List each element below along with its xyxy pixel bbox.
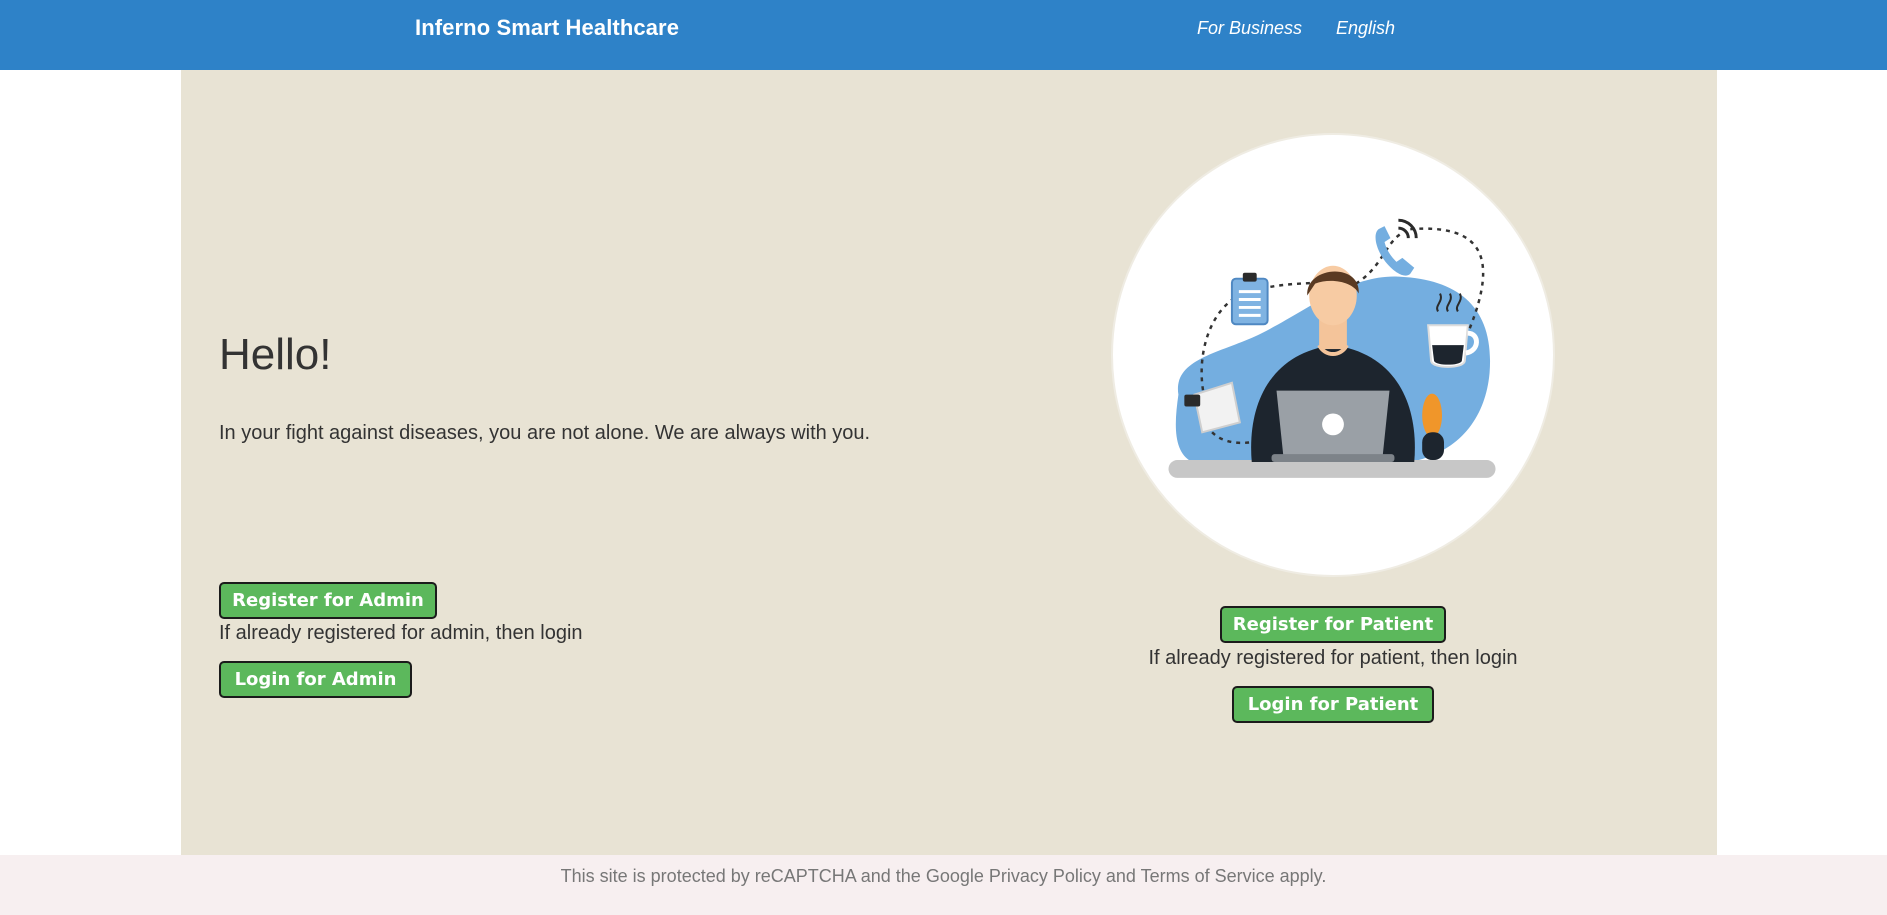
brand-title[interactable]: Inferno Smart Healthcare [415,15,679,41]
admin-login-hint: If already registered for admin, then lo… [219,622,583,644]
register-patient-button[interactable]: Register for Patient [1220,606,1446,643]
login-admin-button[interactable]: Login for Admin [219,661,412,698]
recaptcha-footer: This site is protected by reCAPTCHA and … [0,855,1887,915]
recaptcha-notice: This site is protected by reCAPTCHA and … [560,866,1327,886]
desk-surface [1168,460,1496,478]
patient-login-hint: If already registered for patient, then … [1148,647,1518,669]
login-patient-button[interactable]: Login for Patient [1232,686,1434,723]
laptop-icon [1271,390,1395,463]
nav-language-link[interactable]: English [1336,18,1395,39]
top-navbar: Inferno Smart Healthcare For Business En… [0,0,1887,70]
register-admin-button[interactable]: Register for Admin [219,582,437,619]
nav-for-business-link[interactable]: For Business [1197,18,1302,39]
clipboard-icon [1230,272,1269,326]
phone-icon [1375,218,1418,276]
hero-title: Hello! [219,330,332,379]
hero-subtitle: In your fight against diseases, you are … [219,422,871,444]
telehealth-illustration [1111,133,1555,577]
